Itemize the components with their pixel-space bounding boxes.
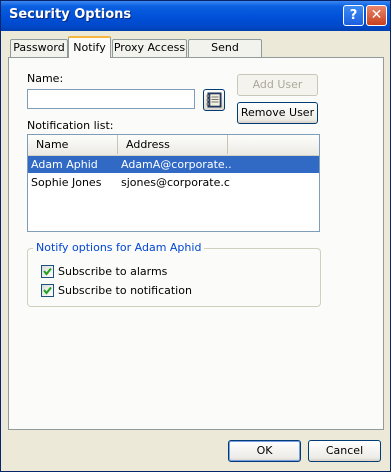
notification-list[interactable]: Name Address Adam Aphid AdamA@corporate.… [27,134,320,232]
list-item-name: Adam Aphid [31,158,98,171]
checkmark-icon [43,286,52,295]
tab-send-options[interactable]: Send Options [188,39,262,70]
help-button[interactable]: ? [343,5,364,26]
list-header: Name Address [28,135,319,156]
tab-proxy-access[interactable]: Proxy Access [112,39,187,57]
close-icon: ✕ [370,7,383,23]
tab-label: Password [13,41,65,54]
close-button[interactable]: ✕ [366,5,387,26]
list-item[interactable]: Adam Aphid AdamA@corporate.... [28,156,319,173]
list-item-address: AdamA@corporate.... [121,158,231,171]
tab-label: Proxy Access [113,41,186,54]
column-header-name[interactable]: Name [28,135,118,154]
remove-user-button[interactable]: Remove User [237,102,318,124]
ok-button[interactable]: OK [228,440,301,462]
cancel-button[interactable]: Cancel [308,440,381,462]
security-options-dialog: Security Options ? ✕ Password Notify Pro… [0,0,391,472]
notification-list-label: Notification list: [27,119,114,132]
subscribe-notification-label[interactable]: Subscribe to notification [58,284,192,297]
window-title: Security Options [9,7,132,22]
name-label: Name: [27,72,64,85]
subscribe-notification-checkbox[interactable] [41,284,54,297]
checkmark-icon [43,267,52,276]
list-item[interactable]: Sophie Jones sjones@corporate.c... [28,174,319,191]
list-item-address: sjones@corporate.c... [121,176,231,189]
question-icon: ? [349,8,358,23]
tab-password[interactable]: Password [10,39,68,57]
subscribe-alarms-checkbox[interactable] [41,265,54,278]
address-book-icon [206,92,222,108]
tab-label: Notify [73,41,106,54]
title-bar[interactable]: Security Options ? ✕ [1,1,390,31]
subscribe-alarms-label[interactable]: Subscribe to alarms [58,265,167,278]
column-header-address[interactable]: Address [118,135,228,154]
address-book-button[interactable] [203,89,225,111]
add-user-button[interactable]: Add User [237,74,318,96]
name-input[interactable] [27,89,195,109]
notify-options-legend: Notify options for Adam Aphid [33,241,205,254]
tab-notify[interactable]: Notify [68,36,111,58]
list-item-name: Sophie Jones [31,176,102,189]
